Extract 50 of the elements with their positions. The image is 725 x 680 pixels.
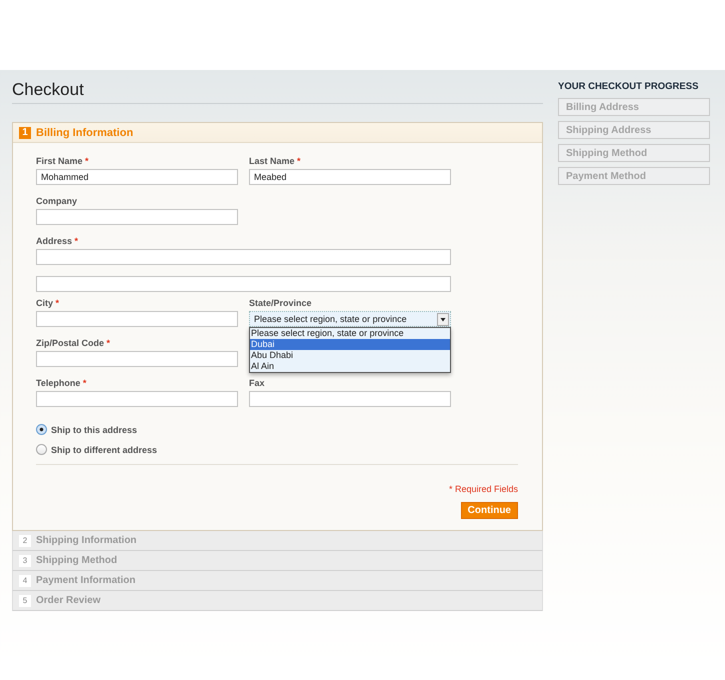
field-label: Company xyxy=(36,196,78,207)
dropdown-option[interactable]: Please select region, state or province xyxy=(250,328,450,339)
radio-button[interactable] xyxy=(36,444,47,455)
text-field[interactable] xyxy=(36,351,238,367)
required-note: * Required Fields xyxy=(448,484,518,494)
radio-label: Ship to different address xyxy=(51,444,158,454)
text-field[interactable]: Meabed xyxy=(249,169,451,185)
field-label: Zip/Postal Code * xyxy=(36,338,112,349)
field-label: Address * xyxy=(36,236,80,247)
text-field[interactable] xyxy=(36,249,451,265)
dropdown-option[interactable]: Dubai xyxy=(250,339,450,350)
step-number: 5 xyxy=(19,594,31,606)
progress-item: Billing Address xyxy=(558,98,710,116)
step-header[interactable]: 1 Billing Information xyxy=(13,123,542,143)
field-label: Telephone * xyxy=(36,378,88,389)
step-title: Billing Information xyxy=(36,126,134,138)
field-label: State/Province xyxy=(249,298,313,309)
page-title: Checkout xyxy=(12,78,543,104)
region-select[interactable]: Please select region, state or province xyxy=(249,311,451,327)
step-number: 3 xyxy=(19,554,31,566)
progress-item: Shipping Address xyxy=(558,121,710,139)
step-title: Order Review xyxy=(36,595,100,606)
text-field[interactable] xyxy=(36,276,451,292)
field-label: Last Name * xyxy=(249,156,302,167)
progress-item: Payment Method xyxy=(558,167,710,185)
step-number: 1 xyxy=(19,126,31,138)
field-label: First Name * xyxy=(36,156,90,167)
step-header[interactable]: 4 Payment Information xyxy=(12,571,543,591)
step-header[interactable]: 3 Shipping Method xyxy=(12,551,543,571)
step-title: Shipping Method xyxy=(36,555,118,566)
field-label: City * xyxy=(36,298,60,309)
text-field[interactable] xyxy=(36,209,238,225)
radio-button[interactable] xyxy=(36,424,47,435)
step-number: 4 xyxy=(19,574,31,586)
step-title: Payment Information xyxy=(36,575,136,586)
progress-title: YOUR CHECKOUT PROGRESS xyxy=(558,81,700,92)
radio-label: Ship to this address xyxy=(51,424,138,434)
field-label: Fax xyxy=(249,378,266,389)
step-header[interactable]: 5 Order Review xyxy=(12,591,543,611)
text-field[interactable]: Mohammed xyxy=(36,169,238,185)
dropdown-option[interactable]: Abu Dhabi xyxy=(250,350,450,361)
text-field[interactable] xyxy=(36,391,238,407)
dropdown-option[interactable]: Al Ain xyxy=(250,361,450,372)
continue-button[interactable]: Continue xyxy=(460,502,518,519)
step-title: Shipping Information xyxy=(36,535,137,546)
text-field[interactable] xyxy=(249,391,451,407)
progress-item: Shipping Method xyxy=(558,144,710,162)
step-header[interactable]: 2 Shipping Information xyxy=(12,531,543,551)
step-number: 2 xyxy=(19,534,31,546)
text-field[interactable] xyxy=(36,311,238,327)
